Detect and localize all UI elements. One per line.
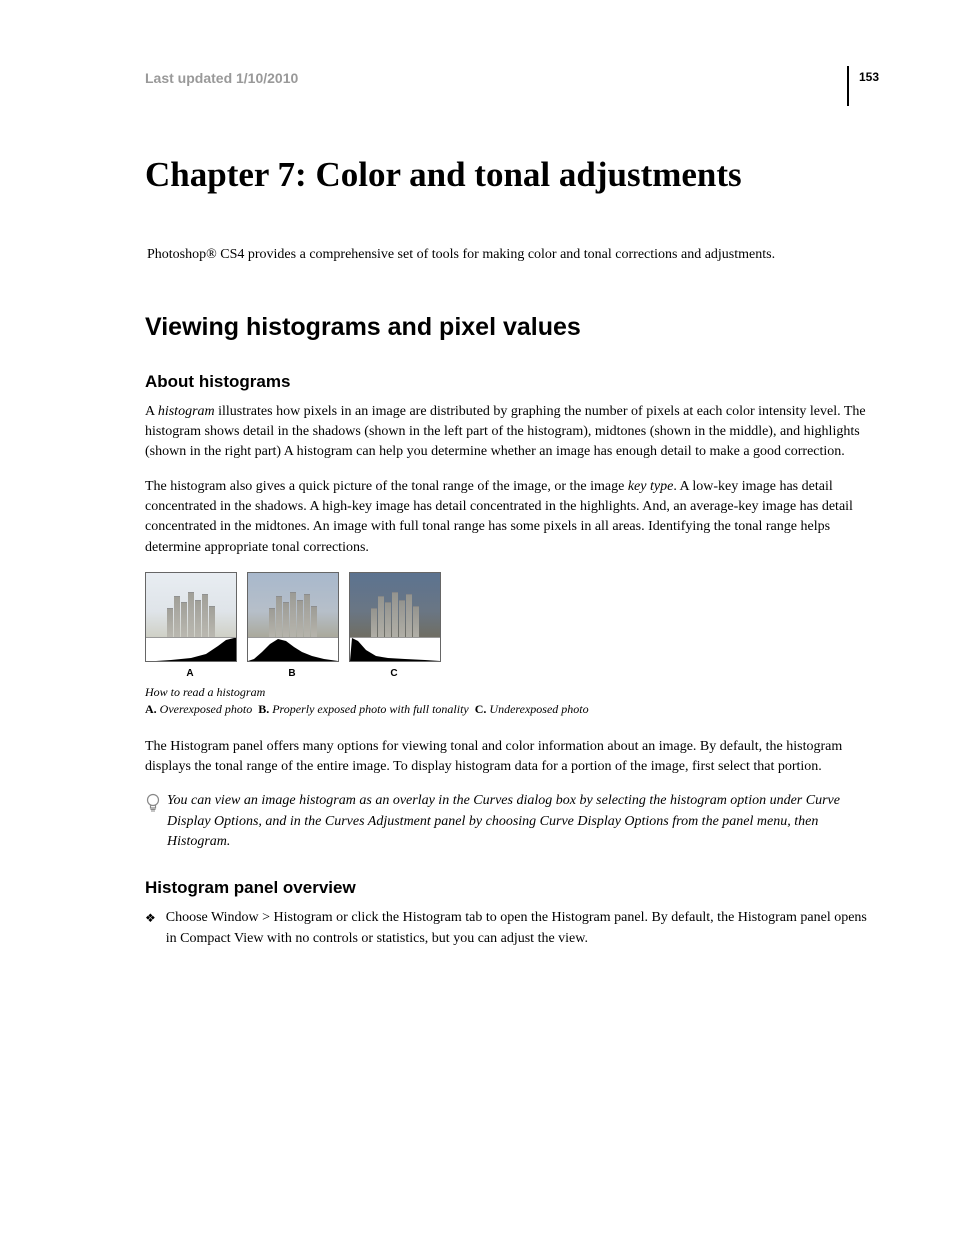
figure-label-c: C xyxy=(349,668,439,679)
chapter-intro: Photoshop® CS4 provides a comprehensive … xyxy=(147,245,879,265)
histogram-overexposed xyxy=(146,637,236,661)
caption-label-a: A. xyxy=(145,702,157,716)
chapter-title: Chapter 7: Color and tonal adjustments xyxy=(145,156,879,195)
text-fragment: illustrates how pixels in an image are d… xyxy=(145,404,866,460)
paragraph-histogram-panel: The Histogram panel offers many options … xyxy=(145,737,879,778)
histogram-proper-exposure xyxy=(248,637,338,661)
subsection-histogram-panel-overview: Histogram panel overview xyxy=(145,878,879,898)
last-updated-text: Last updated 1/10/2010 xyxy=(145,70,298,86)
bullet-text: Choose Window > Histogram or click the H… xyxy=(166,908,879,949)
figure-caption-detail: A. Overexposed photo B. Properly exposed… xyxy=(145,702,879,717)
caption-text-c: Underexposed photo xyxy=(489,702,588,716)
figure-label-a: A xyxy=(145,668,235,679)
term-histogram: histogram xyxy=(158,404,215,419)
page-header: Last updated 1/10/2010 153 xyxy=(145,70,879,106)
tip-text: You can view an image histogram as an ov… xyxy=(167,791,879,852)
figure-b: B xyxy=(247,572,337,679)
text-fragment: The histogram also gives a quick picture… xyxy=(145,479,628,494)
figure-label-b: B xyxy=(247,668,337,679)
thumbnail-overexposed xyxy=(145,572,237,662)
page-number: 153 xyxy=(859,70,879,84)
figure-caption: How to read a histogram xyxy=(145,685,879,700)
subsection-about-histograms: About histograms xyxy=(145,372,879,392)
paragraph-histogram-definition: A histogram illustrates how pixels in an… xyxy=(145,402,879,463)
figure-histogram-examples: A B xyxy=(145,572,879,679)
paragraph-tonal-range: The histogram also gives a quick picture… xyxy=(145,477,879,558)
document-page: Last updated 1/10/2010 153 Chapter 7: Co… xyxy=(0,0,954,1009)
bullet-item: ❖ Choose Window > Histogram or click the… xyxy=(145,908,879,949)
term-key-type: key type xyxy=(628,479,673,494)
caption-label-b: B. xyxy=(258,702,269,716)
thumbnail-proper-exposure xyxy=(247,572,339,662)
caption-text-a: Overexposed photo xyxy=(160,702,253,716)
lightbulb-icon xyxy=(145,793,161,818)
figure-c: C xyxy=(349,572,439,679)
caption-label-c: C. xyxy=(475,702,487,716)
figure-a: A xyxy=(145,572,235,679)
histogram-underexposed xyxy=(350,637,440,661)
caption-text-b: Properly exposed photo with full tonalit… xyxy=(272,702,469,716)
section-title: Viewing histograms and pixel values xyxy=(145,313,879,342)
page-number-container: 153 xyxy=(847,66,879,106)
thumbnail-underexposed xyxy=(349,572,441,662)
text-fragment: A xyxy=(145,404,158,419)
tip-block: You can view an image histogram as an ov… xyxy=(145,791,879,852)
bullet-icon: ❖ xyxy=(145,911,156,926)
